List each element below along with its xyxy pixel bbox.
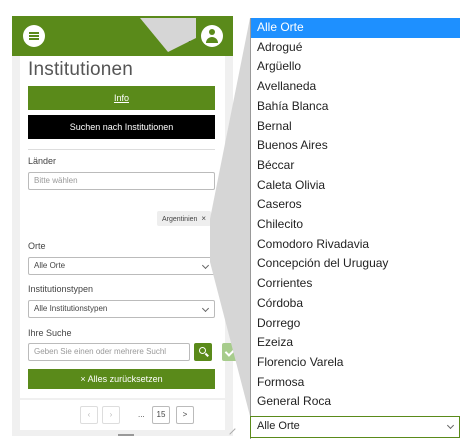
dropdown-option[interactable]: Alle Orte <box>251 18 460 38</box>
page-title: Institutionen <box>28 59 134 80</box>
types-label: Institutionstypen <box>28 284 94 294</box>
dropdown-option[interactable]: Córdoba <box>251 294 460 314</box>
search-icon <box>199 347 206 354</box>
prev-page-button[interactable]: ‹ <box>80 406 98 424</box>
dropdown-option[interactable]: Buenos Aires <box>251 136 460 156</box>
chevron-down-icon <box>446 421 455 430</box>
dropdown-option[interactable]: Caseros <box>251 195 460 215</box>
dropdown-option[interactable]: Ezeiza <box>251 333 460 353</box>
search-input[interactable]: Geben Sie einen oder mehrere Suchl <box>28 343 190 361</box>
divider <box>28 149 215 150</box>
dropdown-option[interactable]: Dorrego <box>251 314 460 334</box>
places-dropdown-list: Alle Orte Adrogué Argüello Avellaneda Bahía … <box>250 18 460 439</box>
dropdown-option[interactable]: Avellaneda <box>251 77 460 97</box>
pagination-ellipsis: ... <box>138 410 145 419</box>
pagination: ‹ › ... 15 > <box>20 400 225 430</box>
countries-input[interactable]: Bitte wählen <box>28 172 215 190</box>
dropdown-option[interactable]: Argüello <box>251 57 460 77</box>
reset-button[interactable]: × Alles zurücksetzen <box>28 369 215 389</box>
countries-label: Länder <box>28 156 57 166</box>
types-select[interactable]: Alle Institutionstypen <box>28 300 215 318</box>
places-select-value: Alle Orte <box>34 261 66 270</box>
check-icon <box>224 346 236 357</box>
apply-button[interactable] <box>222 343 240 361</box>
filter-card: Institutionen Info Suchen nach Instituti… <box>20 56 240 398</box>
app-header <box>12 16 233 56</box>
chevron-down-icon <box>201 261 210 270</box>
dropdown-option[interactable]: Adrogué <box>251 38 460 58</box>
info-button[interactable]: Info <box>28 86 215 110</box>
dropdown-option[interactable]: Florencio Varela <box>251 353 460 373</box>
types-select-value: Alle Institutionstypen <box>34 304 108 313</box>
dropdown-option[interactable]: Formosa <box>251 373 460 393</box>
dropdown-option[interactable]: Corrientes <box>251 274 460 294</box>
dropdown-option[interactable]: Chilecito <box>251 215 460 235</box>
tag-remove-icon[interactable]: × <box>201 214 206 223</box>
country-tag: Argentinien × <box>157 211 212 226</box>
search-label: Ihre Suche <box>28 328 72 338</box>
places-select[interactable]: Alle Orte <box>28 257 215 275</box>
user-icon[interactable] <box>201 25 223 47</box>
search-institutions-button[interactable]: Suchen nach Institutionen <box>28 115 215 139</box>
splitter-handle[interactable] <box>235 218 237 230</box>
chevron-down-icon <box>201 304 210 313</box>
dropdown-option[interactable]: Comodoro Rivadavia <box>251 235 460 255</box>
dropdown-option[interactable]: Caleta Olivia <box>251 176 460 196</box>
country-tag-label: Argentinien <box>162 216 198 223</box>
places-label: Orte <box>28 241 46 251</box>
countries-clear-icon[interactable]: × <box>218 173 224 185</box>
dropdown-option[interactable]: Bahía Blanca <box>251 97 460 117</box>
dropdown-option[interactable]: Bernal <box>251 117 460 137</box>
places-dropdown-select[interactable]: Alle Orte <box>250 416 460 438</box>
page-2-button[interactable]: › <box>102 406 120 424</box>
selection-icon[interactable] <box>180 30 190 44</box>
menu-icon[interactable] <box>23 25 45 47</box>
panel-grip[interactable] <box>118 434 134 436</box>
last-page-button[interactable]: 15 <box>152 406 170 424</box>
dropdown-option[interactable]: Concepción del Uruguay <box>251 254 460 274</box>
dropdown-option[interactable]: Béccar <box>251 156 460 176</box>
places-dropdown-value: Alle Orte <box>257 420 300 432</box>
next-page-button[interactable]: > <box>176 406 194 424</box>
search-button[interactable] <box>194 343 212 361</box>
app-panel: Institutionen Info Suchen nach Instituti… <box>12 16 240 436</box>
dropdown-option[interactable]: General Roca <box>251 392 460 412</box>
